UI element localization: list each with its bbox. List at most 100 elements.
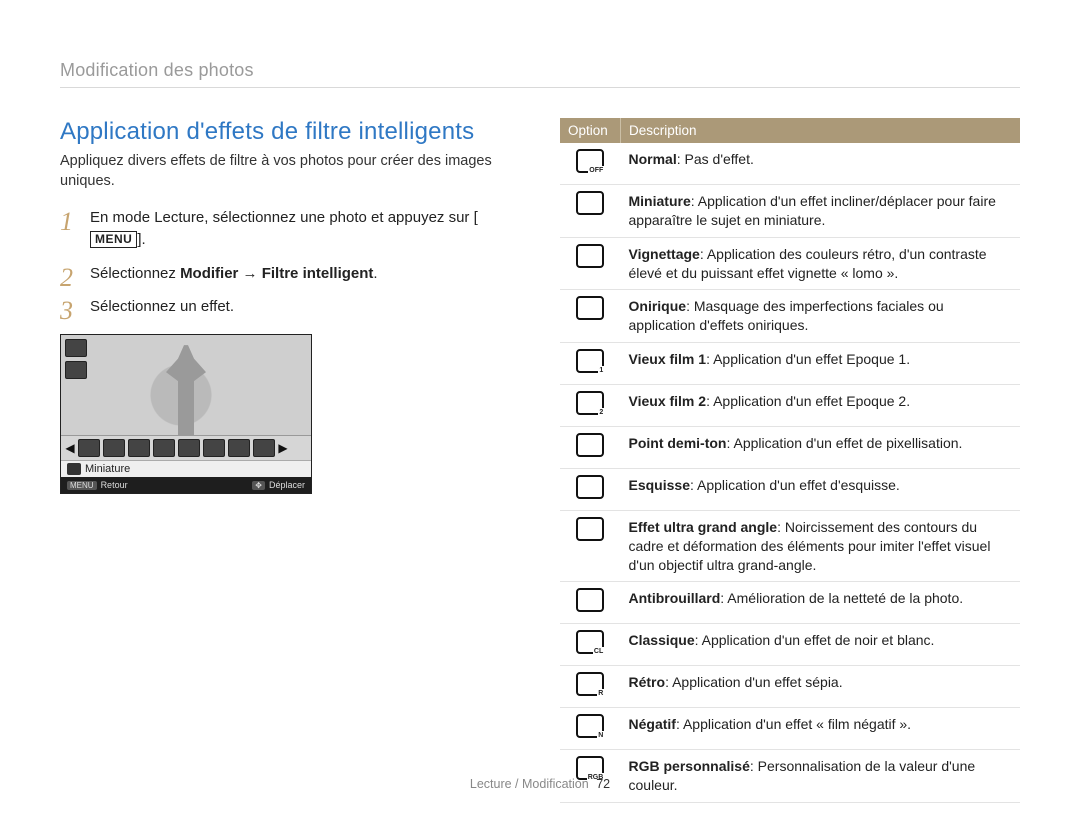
table-row: Antibrouillard: Amélioration de la nette… bbox=[560, 582, 1020, 624]
options-table-header-option: Option bbox=[560, 118, 621, 143]
step-2: Sélectionnez Modifier → Filtre intellige… bbox=[60, 263, 520, 285]
option-icon-cell bbox=[560, 666, 621, 708]
option-description: : Application d'un effet « film négatif … bbox=[676, 716, 911, 732]
filter-option-icon bbox=[576, 714, 604, 738]
option-description-cell: Onirique: Masquage des imperfections fac… bbox=[621, 290, 1021, 343]
lcd-hint-move-label: Déplacer bbox=[269, 480, 305, 490]
lcd-filter-strip: ◀ ▶ bbox=[61, 435, 311, 460]
filter-option-icon bbox=[576, 391, 604, 415]
option-icon-cell bbox=[560, 468, 621, 510]
option-icon-cell bbox=[560, 582, 621, 624]
option-icon-cell bbox=[560, 343, 621, 385]
filter-option-icon bbox=[576, 191, 604, 215]
option-name: Effet ultra grand angle bbox=[629, 519, 778, 535]
step-1-text-b: . bbox=[142, 231, 146, 248]
filter-option-icon bbox=[576, 149, 604, 173]
step-1-text-a: En mode Lecture, sélectionnez une photo … bbox=[90, 209, 474, 226]
lcd-selected-filter: Miniature bbox=[61, 460, 311, 477]
footer-page-number: 72 bbox=[596, 777, 610, 791]
step-2-text-a: Sélectionnez bbox=[90, 265, 180, 282]
table-row: Normal: Pas d'effet. bbox=[560, 143, 1020, 184]
section-title: Application d'effets de filtre intellige… bbox=[60, 118, 520, 146]
option-icon-cell bbox=[560, 750, 621, 803]
option-name: Vignettage bbox=[629, 246, 700, 262]
option-name: Négatif bbox=[629, 716, 676, 732]
two-column-layout: Application d'effets de filtre intellige… bbox=[60, 118, 1020, 803]
lcd-selected-filter-label: Miniature bbox=[85, 463, 130, 475]
lcd-hint-back: MENURetour bbox=[67, 480, 128, 490]
table-row: Point demi-ton: Application d'un effet d… bbox=[560, 427, 1020, 469]
lcd-hint-move: ✥ Déplacer bbox=[252, 480, 305, 490]
option-description-cell: Vignettage: Application des couleurs rét… bbox=[621, 237, 1021, 290]
manual-page: Modification des photos Application d'ef… bbox=[0, 0, 1080, 815]
dpad-icon: ✥ bbox=[252, 481, 265, 490]
option-name: Onirique bbox=[629, 298, 687, 314]
option-icon-cell bbox=[560, 510, 621, 582]
option-name: Esquisse bbox=[629, 477, 690, 493]
camera-lcd-illustration: ◀ ▶ Miniature MENUReto bbox=[60, 334, 312, 494]
option-description-cell: Négatif: Application d'un effet « film n… bbox=[621, 708, 1021, 750]
lcd-filter-icon bbox=[103, 439, 125, 457]
table-row: Rétro: Application d'un effet sépia. bbox=[560, 666, 1020, 708]
step-3: Sélectionnez un effet. bbox=[60, 296, 520, 318]
lcd-side-icon bbox=[65, 361, 87, 379]
filter-option-icon bbox=[576, 475, 604, 499]
option-icon-cell bbox=[560, 427, 621, 469]
menu-key-icon: MENU bbox=[90, 231, 137, 248]
option-description-cell: Point demi-ton: Application d'un effet d… bbox=[621, 427, 1021, 469]
lcd-filter-icon bbox=[253, 439, 275, 457]
option-name: Normal bbox=[629, 151, 677, 167]
steps-list: En mode Lecture, sélectionnez une photo … bbox=[60, 207, 520, 318]
table-row: Vignettage: Application des couleurs rét… bbox=[560, 237, 1020, 290]
option-description-cell: Effet ultra grand angle: Noircissement d… bbox=[621, 510, 1021, 582]
filter-option-icon bbox=[576, 588, 604, 612]
lcd-subject-silhouette bbox=[166, 345, 206, 435]
table-row: Vieux film 2: Application d'un effet Epo… bbox=[560, 385, 1020, 427]
lcd-filter-icon bbox=[153, 439, 175, 457]
right-column: Option Description Normal: Pas d'effet.M… bbox=[560, 118, 1020, 803]
lcd-side-icons bbox=[65, 339, 87, 379]
options-table: Option Description Normal: Pas d'effet.M… bbox=[560, 118, 1020, 803]
option-description: : Amélioration de la netteté de la photo… bbox=[720, 590, 963, 606]
lcd-hint-back-label: Retour bbox=[101, 480, 128, 490]
filter-option-icon bbox=[576, 349, 604, 373]
filter-option-icon bbox=[576, 433, 604, 457]
step-2-bold: Modifier → Filtre intelligent bbox=[180, 265, 373, 282]
option-icon-cell bbox=[560, 624, 621, 666]
option-name: Rétro bbox=[629, 674, 666, 690]
option-description-cell: Vieux film 1: Application d'un effet Epo… bbox=[621, 343, 1021, 385]
lcd-filter-icon bbox=[228, 439, 250, 457]
option-description: : Application d'un effet de pixellisatio… bbox=[727, 435, 963, 451]
option-icon-cell bbox=[560, 708, 621, 750]
running-head: Modification des photos bbox=[60, 60, 1020, 88]
filter-option-icon bbox=[576, 672, 604, 696]
page-footer: Lecture / Modification 72 bbox=[0, 777, 1080, 791]
table-row: Miniature: Application d'un effet inclin… bbox=[560, 184, 1020, 237]
table-row: RGB personnalisé: Personnalisation de la… bbox=[560, 750, 1020, 803]
table-row: Vieux film 1: Application d'un effet Epo… bbox=[560, 343, 1020, 385]
chevron-right-icon: ▶ bbox=[278, 441, 288, 455]
lcd-filter-icon bbox=[78, 439, 100, 457]
option-icon-cell bbox=[560, 237, 621, 290]
options-table-header-description: Description bbox=[621, 118, 1021, 143]
filter-option-icon bbox=[576, 630, 604, 654]
option-description: : Application d'un effet Epoque 1. bbox=[706, 351, 910, 367]
option-description-cell: Miniature: Application d'un effet inclin… bbox=[621, 184, 1021, 237]
option-icon-cell bbox=[560, 143, 621, 184]
option-description-cell: Classique: Application d'un effet de noi… bbox=[621, 624, 1021, 666]
lcd-footer-hints: MENURetour ✥ Déplacer bbox=[61, 477, 311, 493]
step-2-text-b: . bbox=[373, 265, 377, 282]
filter-option-icon bbox=[576, 517, 604, 541]
left-column: Application d'effets de filtre intellige… bbox=[60, 118, 520, 803]
filter-option-icon bbox=[576, 296, 604, 320]
option-name: Classique bbox=[629, 632, 695, 648]
table-row: Négatif: Application d'un effet « film n… bbox=[560, 708, 1020, 750]
lcd-filter-icon bbox=[203, 439, 225, 457]
option-description: : Pas d'effet. bbox=[677, 151, 754, 167]
option-description-cell: Esquisse: Application d'un effet d'esqui… bbox=[621, 468, 1021, 510]
lead-paragraph: Appliquez divers effets de filtre à vos … bbox=[60, 152, 520, 191]
option-icon-cell bbox=[560, 385, 621, 427]
option-description-cell: Normal: Pas d'effet. bbox=[621, 143, 1021, 184]
option-icon-cell bbox=[560, 290, 621, 343]
table-row: Effet ultra grand angle: Noircissement d… bbox=[560, 510, 1020, 582]
